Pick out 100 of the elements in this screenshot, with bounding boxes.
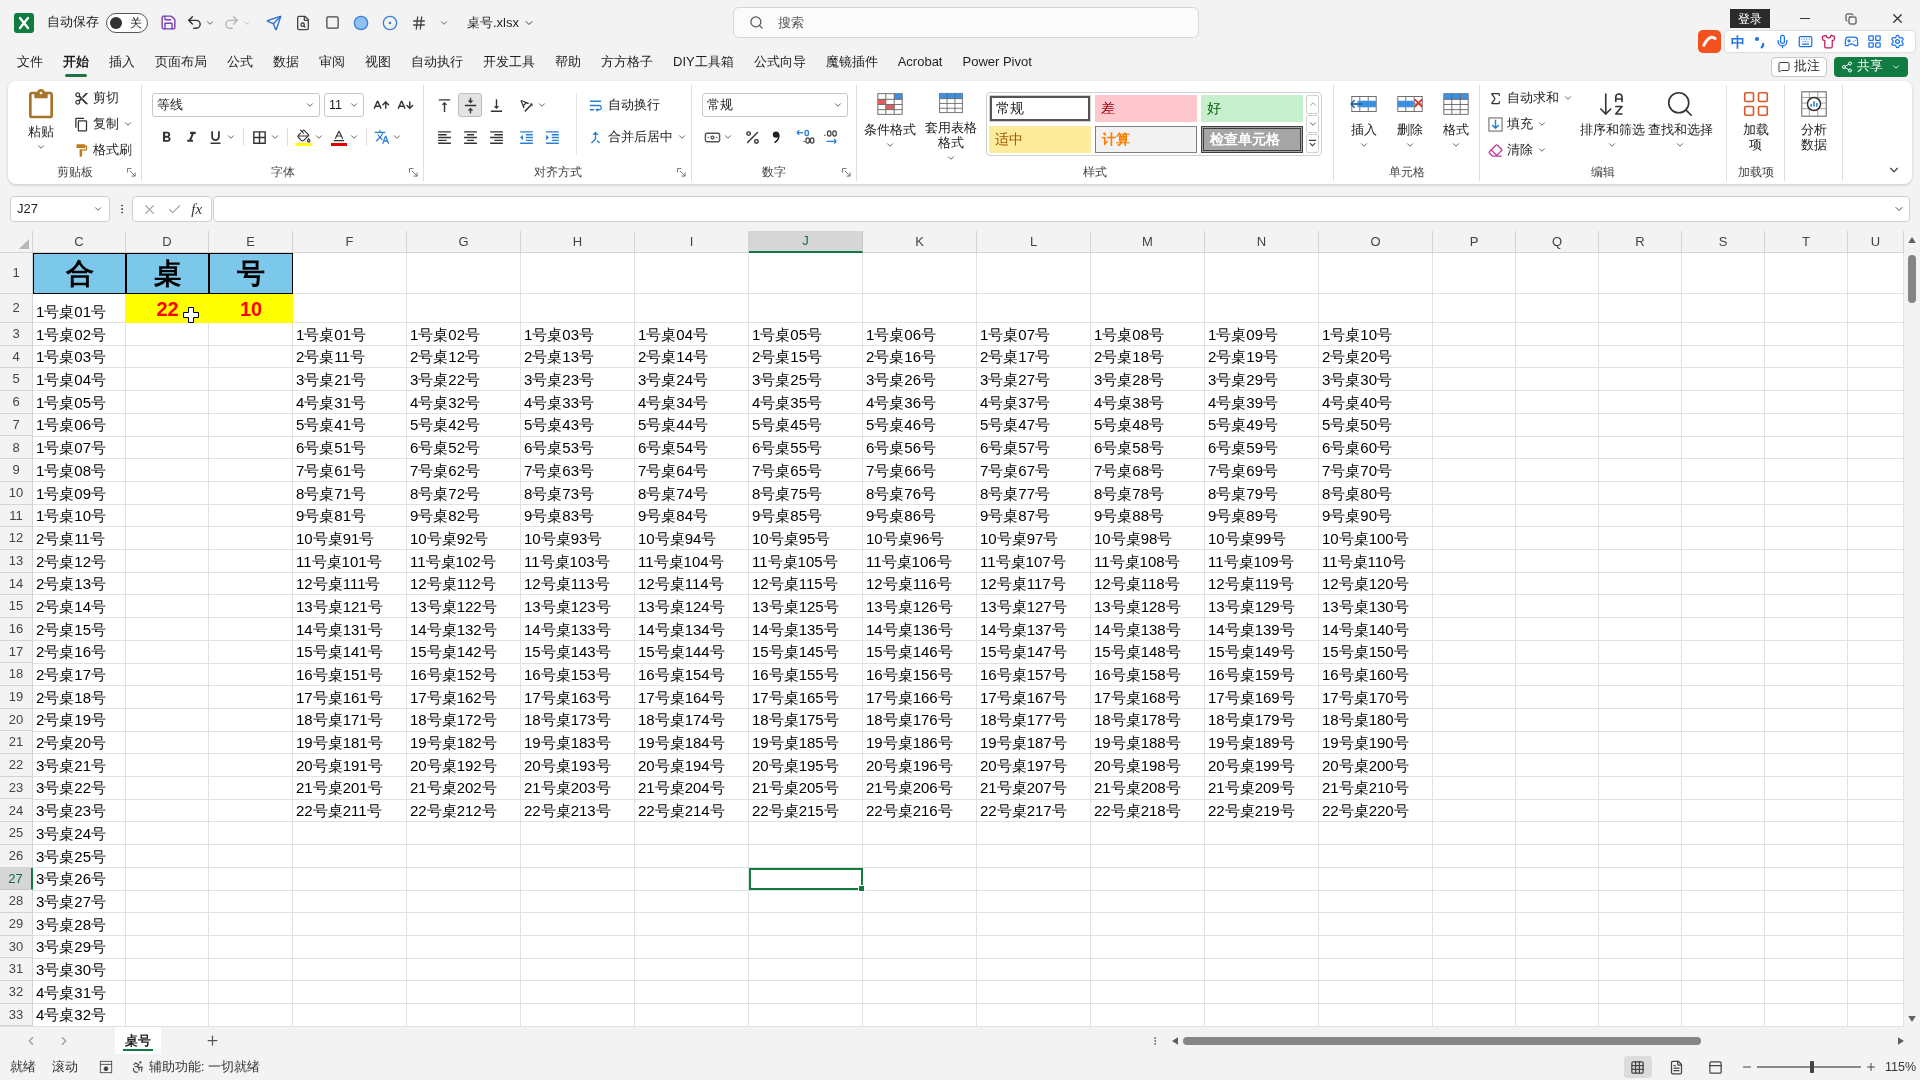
analyze-data-button[interactable]: 分析数据 [1793, 85, 1834, 163]
conditional-formatting-button[interactable]: 条件格式 [862, 85, 918, 163]
comments-button[interactable]: 批注 [1771, 56, 1827, 77]
menu-tab[interactable]: 公式向导 [753, 47, 806, 77]
menu-tab[interactable]: 帮助 [555, 47, 581, 77]
insert-function-button[interactable]: fx [191, 200, 203, 218]
column-header[interactable]: D [126, 231, 209, 253]
row-header[interactable]: 1 [0, 253, 33, 294]
scroll-left-icon[interactable] [1172, 1036, 1178, 1045]
menu-tab[interactable]: 页面布局 [155, 47, 207, 77]
formula-input[interactable] [213, 196, 1910, 222]
row-header[interactable]: 26 [0, 844, 33, 868]
row-header[interactable]: 17 [0, 640, 33, 664]
gamepad-icon[interactable] [1844, 34, 1859, 49]
menu-tab[interactable]: 魔镜插件 [825, 47, 878, 77]
menu-tab[interactable]: Acrobat [897, 47, 943, 77]
scroll-right-icon[interactable] [1898, 1036, 1904, 1045]
sheet-tab[interactable]: 桌号 [115, 1027, 161, 1054]
add-ins-button[interactable]: 加载项 [1735, 85, 1776, 163]
column-header[interactable]: K [863, 231, 977, 253]
row-header[interactable]: 3 [0, 323, 33, 346]
name-box[interactable]: J27 [10, 196, 110, 222]
menu-tab[interactable]: 数据 [273, 47, 299, 77]
row-header[interactable]: 30 [0, 935, 33, 959]
column-header[interactable]: M [1091, 231, 1205, 253]
format-as-table-button[interactable]: 套用表格格式 [920, 85, 982, 163]
row-header[interactable]: 22 [0, 754, 33, 777]
wrap-text-button[interactable]: 自动换行 [585, 93, 689, 117]
row-header[interactable]: 4 [0, 345, 33, 369]
row-header[interactable]: 14 [0, 572, 33, 596]
row-header[interactable]: 32 [0, 980, 33, 1004]
add-sheet-icon[interactable] [205, 1033, 220, 1048]
column-header[interactable]: N [1205, 231, 1319, 253]
zoom-slider-thumb[interactable] [1810, 1061, 1815, 1073]
format-cells-button[interactable]: 格式 [1434, 85, 1478, 163]
clear-button[interactable]: 清除 [1486, 137, 1575, 163]
column-header[interactable]: E [209, 231, 293, 253]
row-header[interactable]: 8 [0, 436, 33, 460]
active-cell[interactable] [749, 867, 863, 891]
row-header[interactable]: 7 [0, 413, 33, 437]
menu-tab[interactable]: 审阅 [319, 47, 345, 77]
row-header[interactable]: 19 [0, 686, 33, 709]
cell-style-option[interactable]: 常规 [989, 95, 1091, 122]
scroll-down-icon[interactable] [1908, 1016, 1916, 1022]
row-header[interactable]: 18 [0, 663, 33, 686]
scrollbar-thumb[interactable] [1908, 255, 1916, 303]
ime-logo-icon[interactable] [1698, 30, 1721, 53]
row-header[interactable]: 15 [0, 595, 33, 618]
menu-tab[interactable]: 插入 [109, 47, 135, 77]
login-button[interactable]: 登录 [1730, 9, 1770, 28]
column-header[interactable]: R [1599, 231, 1682, 253]
column-header[interactable]: L [977, 231, 1091, 253]
fill-handle[interactable] [858, 885, 865, 893]
column-header[interactable]: P [1433, 231, 1516, 253]
row-header[interactable]: 16 [0, 617, 33, 641]
cell-style-option[interactable]: 好 [1201, 95, 1303, 122]
dialog-launcher-button[interactable] [127, 168, 136, 177]
fill-button[interactable]: 填充 [1486, 111, 1575, 137]
number-format-select[interactable]: 常规 [702, 93, 848, 117]
font-name-select[interactable]: 等线 [152, 93, 320, 117]
row-header[interactable]: 29 [0, 912, 33, 936]
cut-button[interactable]: 剪切 [72, 85, 135, 111]
row-header[interactable]: 25 [0, 822, 33, 845]
zoom-percentage[interactable]: 115% [1884, 1057, 1916, 1077]
input-mode-label[interactable]: 中 [1731, 33, 1745, 50]
merge-center-button[interactable]: 合并后居中 [585, 125, 689, 149]
shirt-icon[interactable] [1821, 34, 1836, 49]
find-select-button[interactable]: 查找和选择 [1647, 85, 1713, 163]
row-header[interactable]: 20 [0, 708, 33, 732]
menu-tab[interactable]: 开始 [63, 47, 89, 77]
insert-cells-button[interactable]: 插入 [1342, 85, 1386, 163]
scroll-up-icon[interactable] [1908, 237, 1916, 243]
view-button[interactable] [1623, 1056, 1652, 1078]
spreadsheet-logo-icon[interactable] [14, 12, 34, 33]
column-header[interactable]: S [1682, 231, 1765, 253]
cell-style-option[interactable]: 适中 [989, 125, 1091, 153]
cell-style-option[interactable]: 差 [1095, 95, 1197, 122]
row-header[interactable]: 13 [0, 549, 33, 573]
delete-cells-button[interactable]: 删除 [1388, 85, 1432, 163]
menu-tab[interactable]: 视图 [365, 47, 391, 77]
column-header[interactable]: C [33, 231, 126, 253]
macro-record-icon[interactable] [99, 1060, 113, 1074]
menu-tab[interactable]: 方方格子 [601, 47, 653, 77]
row-header[interactable]: 31 [0, 958, 33, 981]
row-header[interactable]: 24 [0, 799, 33, 823]
row-header[interactable]: 33 [0, 1003, 33, 1027]
accessibility-button[interactable]: 辅助功能: 一切就绪 [131, 1057, 260, 1077]
punctuation-icon[interactable] [1753, 34, 1767, 49]
column-header[interactable]: Q [1516, 231, 1599, 253]
paste-button[interactable]: 粘贴 [18, 85, 64, 163]
vertical-align-button[interactable] [458, 93, 482, 117]
keyboard-icon[interactable] [1798, 34, 1813, 49]
autosum-button[interactable]: 自动求和 [1486, 85, 1575, 111]
menu-tab[interactable]: 文件 [17, 47, 43, 77]
menu-tab[interactable]: 自动执行 [411, 47, 463, 77]
row-header[interactable]: 23 [0, 776, 33, 800]
row-header[interactable]: 12 [0, 527, 33, 550]
zoom-slider[interactable] [1756, 1061, 1861, 1073]
row-header[interactable]: 5 [0, 368, 33, 392]
row-header[interactable]: 6 [0, 391, 33, 414]
